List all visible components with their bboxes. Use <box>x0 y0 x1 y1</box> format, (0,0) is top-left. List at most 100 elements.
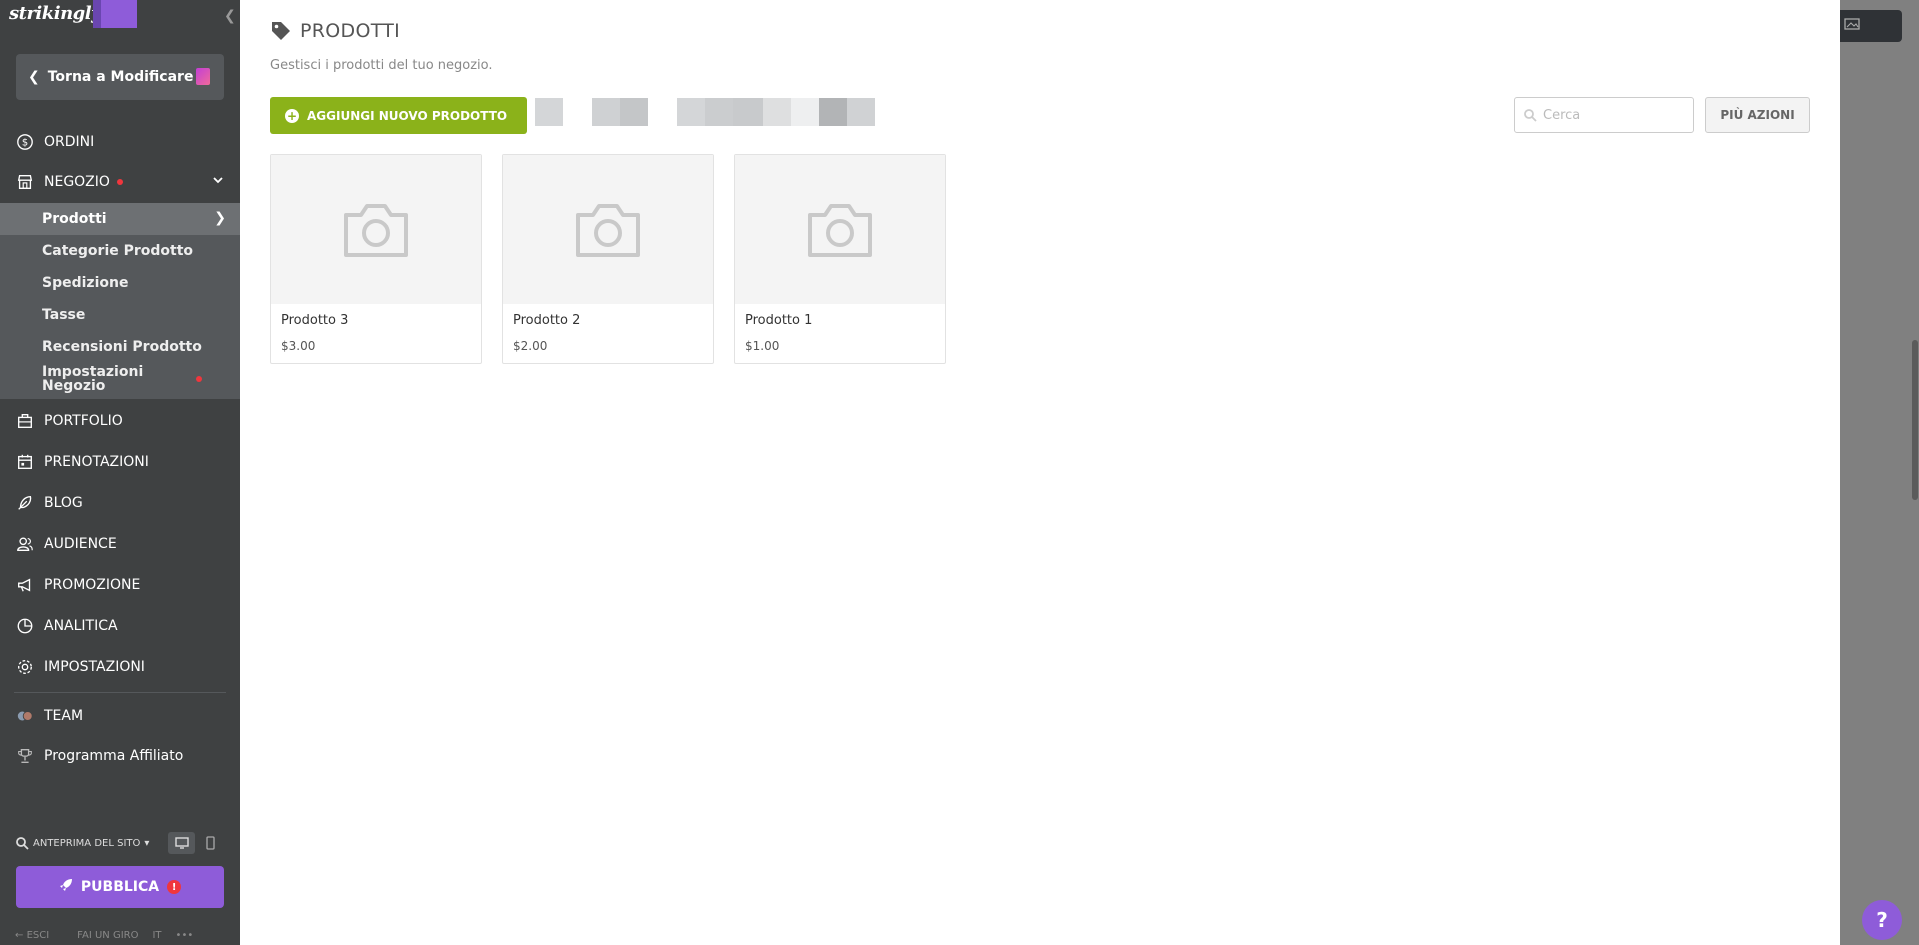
blurred-control <box>705 98 733 126</box>
sidebar-footer: ← ESCI FAI UN GIRO IT ••• <box>15 930 230 944</box>
feather-icon <box>15 493 35 513</box>
logo-text: strikingly <box>9 3 102 24</box>
sidebar-item-label: Blog <box>44 495 83 511</box>
calendar-icon <box>15 452 35 472</box>
sidebar-item-label: Portfolio <box>44 413 123 429</box>
blurred-control <box>733 98 763 126</box>
product-image-placeholder <box>503 155 713 304</box>
scrollbar-thumb[interactable] <box>1912 340 1918 500</box>
sidebar-item-analitica[interactable]: Analitica <box>0 609 240 643</box>
product-price: $2.00 <box>513 339 548 353</box>
sidebar-item-prenotazioni[interactable]: Prenotazioni <box>0 445 240 479</box>
product-name: Prodotto 2 <box>513 313 581 328</box>
blurred-control <box>847 98 875 126</box>
mobile-icon <box>205 836 215 850</box>
sidebar-item-label: Audience <box>44 536 117 552</box>
exit-link[interactable]: ← ESCI <box>15 930 63 944</box>
more-options-icon[interactable]: ••• <box>176 930 194 944</box>
camera-icon <box>344 203 408 257</box>
tour-link[interactable]: FAI UN GIRO <box>77 930 138 944</box>
camera-icon <box>808 203 872 257</box>
back-to-editor-button[interactable]: ❮ Torna a Modificare <box>16 54 224 100</box>
chevron-right-icon: ❯ <box>214 210 226 226</box>
shop-submenu: Prodotti ❯ Categorie Prodotto Spedizione… <box>0 203 240 399</box>
sidebar-item-audience[interactable]: Audience <box>0 527 240 561</box>
plus-circle-icon: + <box>285 108 299 123</box>
sidebar-subitem-label: Prodotti <box>42 211 107 227</box>
sidebar-subitem-label: Categorie Prodotto <box>42 243 194 259</box>
collapse-sidebar-icon[interactable]: ❮ <box>224 8 236 24</box>
desktop-preview-button[interactable] <box>168 832 195 854</box>
team-icon <box>15 706 35 726</box>
svg-text:$: $ <box>22 138 28 149</box>
image-icon <box>1844 18 1860 34</box>
main-content: PRODOTTI Gestisci i prodotti del tuo neg… <box>240 0 1840 945</box>
editor-toolbar-fragment <box>1840 10 1902 42</box>
editor-backdrop <box>1840 0 1919 945</box>
mobile-preview-button[interactable] <box>200 832 220 854</box>
add-product-label: AGGIUNGI NUOVO PRODOTTO <box>307 108 508 123</box>
more-actions-button[interactable]: PIÙ AZIONI <box>1705 97 1810 133</box>
trophy-icon <box>15 746 35 766</box>
blurred-control <box>763 98 791 126</box>
product-price: $3.00 <box>281 339 316 353</box>
product-card[interactable]: Prodotto 2 $2.00 <box>502 154 714 364</box>
gear-icon <box>15 657 35 677</box>
sidebar-item-label: Programma Affiliato <box>44 748 184 764</box>
sidebar-subitem-label: Spedizione <box>42 275 129 291</box>
search-field[interactable] <box>1514 97 1694 133</box>
camera-icon <box>576 203 640 257</box>
sidebar-divider <box>14 692 226 693</box>
logo-mark <box>93 0 137 28</box>
sidebar-item-portfolio[interactable]: Portfolio <box>0 404 240 438</box>
notification-dot <box>116 179 123 185</box>
help-button[interactable]: ? <box>1862 900 1902 940</box>
product-name: Prodotto 3 <box>281 313 349 328</box>
product-price: $1.00 <box>745 339 780 353</box>
briefcase-icon <box>15 411 35 431</box>
sidebar-item-ordini[interactable]: $ Ordini <box>0 125 240 159</box>
sidebar-subitem-tasse[interactable]: Tasse <box>0 299 240 331</box>
users-icon <box>15 534 35 554</box>
sidebar-item-label: Ordini <box>44 134 95 150</box>
sidebar-subitem-label: Tasse <box>42 307 86 323</box>
search-icon <box>1524 109 1537 122</box>
search-input[interactable] <box>1543 107 1683 123</box>
page-subtitle: Gestisci i prodotti del tuo negozio. <box>270 58 493 73</box>
product-image-placeholder <box>271 155 481 304</box>
megaphone-icon <box>15 575 35 595</box>
publish-button[interactable]: PUBBLICA ! <box>16 866 224 908</box>
sidebar-subitem-prodotti[interactable]: Prodotti ❯ <box>0 203 240 235</box>
sidebar-item-impostazioni[interactable]: Impostazioni <box>0 650 240 684</box>
sidebar-item-label: Prenotazioni <box>44 454 149 470</box>
page-title: PRODOTTI <box>270 20 400 42</box>
product-card[interactable]: Prodotto 3 $3.00 <box>270 154 482 364</box>
blurred-control <box>535 98 563 126</box>
language-link[interactable]: IT <box>152 930 161 944</box>
sidebar-item-label: Promozione <box>44 577 141 593</box>
sidebar-item-negozio[interactable]: Negozio <box>0 165 240 199</box>
caret-down-icon: ▾ <box>144 837 150 849</box>
sidebar-subitem-label: Impostazioni Negozio <box>42 364 144 394</box>
sidebar-subitem-spedizione[interactable]: Spedizione <box>0 267 240 299</box>
tag-icon <box>272 22 290 40</box>
product-card[interactable]: Prodotto 1 $1.00 <box>734 154 946 364</box>
add-product-button[interactable]: + AGGIUNGI NUOVO PRODOTTO <box>270 97 527 134</box>
publish-label: PUBBLICA <box>80 879 160 895</box>
logo[interactable]: strikingly <box>0 0 240 30</box>
sidebar-subitem-impostazioni-negozio[interactable]: Impostazioni Negozio <box>0 359 202 399</box>
sidebar-item-programma-affiliato[interactable]: Programma Affiliato <box>0 739 240 773</box>
sidebar: strikingly ❮ ❮ Torna a Modificare $ Ordi… <box>0 0 240 945</box>
sidebar-item-blog[interactable]: Blog <box>0 486 240 520</box>
site-preview-dropdown[interactable]: ANTEPRIMA DEL SITO ▾ <box>15 832 227 854</box>
sidebar-item-label: Negozio <box>44 174 110 190</box>
dollar-circle-icon: $ <box>15 132 35 152</box>
sidebar-item-promozione[interactable]: Promozione <box>0 568 240 602</box>
rocket-icon <box>59 878 73 896</box>
sidebar-item-team[interactable]: Team <box>0 699 240 733</box>
sidebar-item-label: Team <box>44 708 84 724</box>
sidebar-subitem-categorie[interactable]: Categorie Prodotto <box>0 235 240 267</box>
product-name: Prodotto 1 <box>745 313 813 328</box>
blurred-control <box>592 98 620 126</box>
product-image-placeholder <box>735 155 945 304</box>
